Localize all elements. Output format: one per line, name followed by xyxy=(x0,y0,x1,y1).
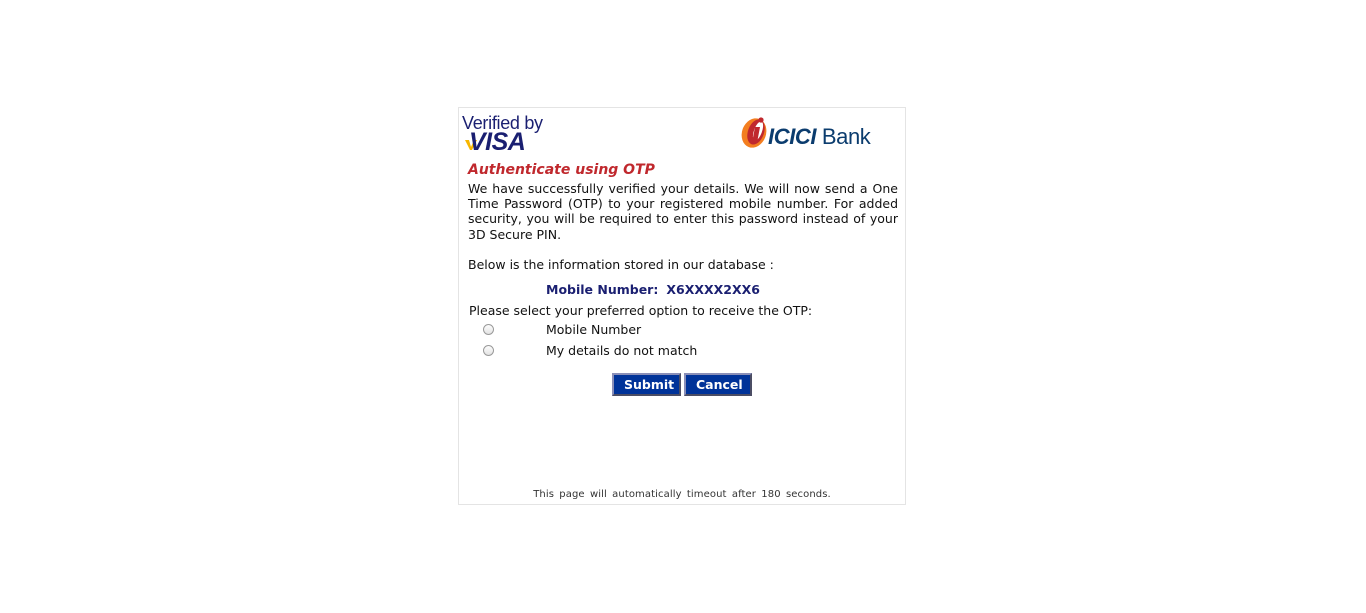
otp-auth-frame: Verified by VISA ICICI Bank Authenticate… xyxy=(458,107,906,505)
mobile-number-row: Mobile Number: X6XXXX2XX6 xyxy=(468,282,898,297)
main-content: Authenticate using OTP We have successfu… xyxy=(468,162,898,360)
option-details-do-not-match[interactable]: My details do not match xyxy=(468,341,898,360)
icici-bank-logo: ICICI Bank xyxy=(739,112,901,152)
cancel-button[interactable]: Cancel xyxy=(684,373,752,396)
intro-paragraph: We have successfully verified your detai… xyxy=(468,181,898,242)
otp-option-prompt: Please select your preferred option to r… xyxy=(469,302,813,318)
mobile-number-value: X6XXXX2XX6 xyxy=(666,281,760,297)
icici-logo-text: ICICI Bank xyxy=(768,124,871,149)
timeout-notice: This page will automatically timeout aft… xyxy=(533,489,831,500)
mobile-number-radio[interactable] xyxy=(483,323,494,335)
details-mismatch-radio[interactable] xyxy=(483,344,494,356)
option-mobile-number[interactable]: Mobile Number xyxy=(468,320,898,339)
option-label: Mobile Number xyxy=(546,321,642,337)
page-title: Authenticate using OTP xyxy=(468,162,655,178)
submit-button[interactable]: Submit xyxy=(612,373,681,396)
icici-logo-text-bold: ICICI xyxy=(768,124,817,149)
visa-logo-word: VISA xyxy=(469,128,526,156)
database-info-label: Below is the information stored in our d… xyxy=(468,256,774,272)
icici-logo-text-rest: Bank xyxy=(821,124,871,149)
action-buttons: Submit Cancel xyxy=(612,373,752,396)
option-label: My details do not match xyxy=(546,342,698,358)
mobile-number-label: Mobile Number: xyxy=(546,281,659,297)
verified-by-visa-logo: Verified by VISA xyxy=(462,114,572,156)
